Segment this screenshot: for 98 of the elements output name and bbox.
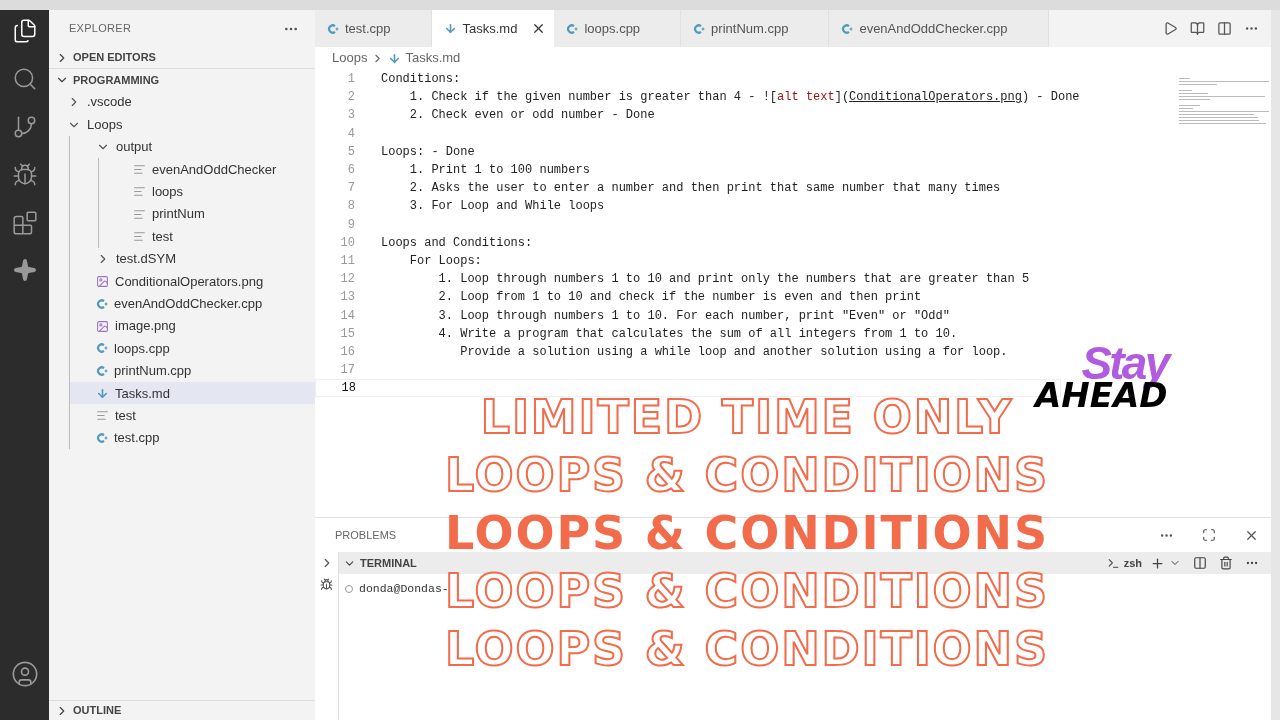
editor-tab[interactable]: test.cpp xyxy=(315,10,432,47)
line-number: 2 xyxy=(346,89,355,107)
code-line: 2. Asks the user to enter a number and then print that same number that many times xyxy=(408,180,1001,198)
overlay-headline: LIMITED TIME ONLY xyxy=(480,389,1014,446)
line-number: 9 xyxy=(346,216,355,234)
line-number: 12 xyxy=(339,271,355,289)
line-number: 7 xyxy=(346,180,355,198)
section-header[interactable]: PROGRAMMING xyxy=(49,69,315,91)
code-line: 3. For Loop and While loops xyxy=(408,198,605,216)
tree-item[interactable]: Tasks.md xyxy=(70,382,315,405)
tree-item[interactable]: test xyxy=(99,225,315,248)
sparkle-icon[interactable] xyxy=(12,258,37,282)
terminal-prompt: donda@Dondas- xyxy=(359,582,449,595)
tree-item[interactable]: test xyxy=(70,404,315,427)
tree-item[interactable]: .vscode xyxy=(49,91,315,114)
line-number: 17 xyxy=(339,362,355,380)
trash-icon[interactable] xyxy=(1219,556,1233,570)
split-icon[interactable] xyxy=(1193,556,1207,570)
tree-item[interactable]: loops.cpp xyxy=(70,337,315,360)
split-editor-icon[interactable] xyxy=(1217,21,1232,36)
tree-item[interactable]: evenAndOddChecker xyxy=(99,158,315,181)
shell-name[interactable]: zsh xyxy=(1123,554,1142,572)
sidebar-title: EXPLORER xyxy=(69,21,132,37)
add-icon[interactable] xyxy=(1150,555,1165,571)
editor-tab[interactable]: printNum.cpp xyxy=(681,10,830,47)
bug-icon[interactable] xyxy=(320,578,333,591)
text-file-icon xyxy=(133,162,146,176)
tree-item[interactable]: loops xyxy=(99,180,315,203)
extensions-icon[interactable] xyxy=(11,210,38,236)
overlay-headline: LOOPS & CONDITIONS xyxy=(445,621,1049,678)
cpp-file-icon xyxy=(96,297,108,310)
editor-tab[interactable]: evenAndOddChecker.cpp xyxy=(829,10,1049,47)
tree-item[interactable]: test.dSYM xyxy=(70,247,315,271)
line-number: 1 xyxy=(346,71,355,89)
markdown-file-icon xyxy=(388,51,402,65)
line-number: 5 xyxy=(346,143,355,161)
image-file-icon xyxy=(96,319,109,333)
tree-item[interactable]: Loops xyxy=(49,113,315,136)
account-icon[interactable] xyxy=(10,660,39,688)
terminal-icon xyxy=(1106,556,1120,570)
section-header[interactable]: OUTLINE xyxy=(49,700,315,720)
code-line: Provide a solution using a while loop and another solution using a for loop. xyxy=(459,343,1008,361)
cpp-file-icon xyxy=(566,22,579,35)
code-line: Conditions: xyxy=(381,71,461,89)
overlay-headline: LOOPS & CONDITIONS xyxy=(445,447,1049,504)
line-number: 13 xyxy=(339,289,355,307)
cpp-file-icon xyxy=(841,22,854,35)
code-line: 3. Loop through numbers 1 to 10. For each number, print "Even" or "Odd" xyxy=(437,307,950,325)
code-line: Loops and Conditions: xyxy=(381,234,533,252)
line-number: 11 xyxy=(339,252,355,270)
line-number: 10 xyxy=(339,234,355,252)
line-number: 15 xyxy=(339,325,355,343)
tree-item[interactable]: test.cpp xyxy=(70,426,315,450)
markdown-file-icon xyxy=(443,22,457,35)
panel-tab[interactable]: PROBLEMS xyxy=(335,526,397,544)
markdown-file-icon xyxy=(96,386,109,400)
preview-icon[interactable] xyxy=(1190,21,1205,36)
editor-tab[interactable]: Tasks.md xyxy=(431,10,555,47)
breadcrumb-item[interactable]: Loops xyxy=(332,48,368,68)
line-number: 8 xyxy=(346,198,355,216)
cpp-file-icon xyxy=(693,22,706,35)
code-line: 1. Print 1 to 100 numbers xyxy=(408,162,590,180)
image-file-icon xyxy=(96,274,109,288)
code-line: 1. Check if the given number is greater than 4 - ![alt text](ConditionalOperators.png) - Done xyxy=(408,89,1080,107)
tree-item[interactable]: output xyxy=(70,135,315,159)
tree-item[interactable]: evenAndOddChecker.cpp xyxy=(70,292,315,315)
line-number: 18 xyxy=(340,380,356,398)
tree-item[interactable]: image.png xyxy=(70,314,315,338)
tree-item[interactable]: printNum xyxy=(99,202,315,226)
tree-item[interactable]: printNum.cpp xyxy=(70,359,315,383)
maximize-icon[interactable] xyxy=(1202,528,1216,542)
line-number: 4 xyxy=(346,125,355,143)
line-number: 3 xyxy=(346,107,355,125)
tree-item[interactable]: ConditionalOperators.png xyxy=(70,270,315,293)
text-file-icon xyxy=(96,409,109,423)
cpp-file-icon xyxy=(96,432,108,445)
editor-tab[interactable]: loops.cpp xyxy=(554,10,682,47)
line-number: 6 xyxy=(346,162,355,180)
code-line: 1. Loop through numbers 1 to 10 and print only the numbers that are greater than 5 xyxy=(437,271,1030,289)
text-file-icon xyxy=(133,185,146,199)
cpp-file-icon xyxy=(327,22,339,35)
line-number: 16 xyxy=(339,343,355,361)
code-line: 2. Loop from 1 to 10 and check if the number is even and then print xyxy=(437,289,922,307)
code-line: For Loops: xyxy=(408,252,482,270)
code-line: 2. Check even or odd number - Done xyxy=(408,107,655,125)
section-header[interactable]: OPEN EDITORS xyxy=(49,47,315,69)
line-number: 14 xyxy=(339,307,355,325)
code-line: Loops: - Done xyxy=(381,143,475,161)
text-file-icon xyxy=(133,207,146,221)
bug-play-icon[interactable] xyxy=(11,162,38,188)
cpp-file-icon xyxy=(96,342,108,355)
source-control-icon[interactable] xyxy=(11,114,38,140)
code-line: 4. Write a program that calculates the sum of all integers from 1 to 10. xyxy=(437,325,958,343)
cpp-file-icon xyxy=(96,364,108,377)
text-file-icon xyxy=(133,230,146,244)
files-icon[interactable] xyxy=(11,18,38,44)
run-icon[interactable] xyxy=(1163,21,1178,36)
breadcrumb-item[interactable]: Tasks.md xyxy=(405,48,461,68)
